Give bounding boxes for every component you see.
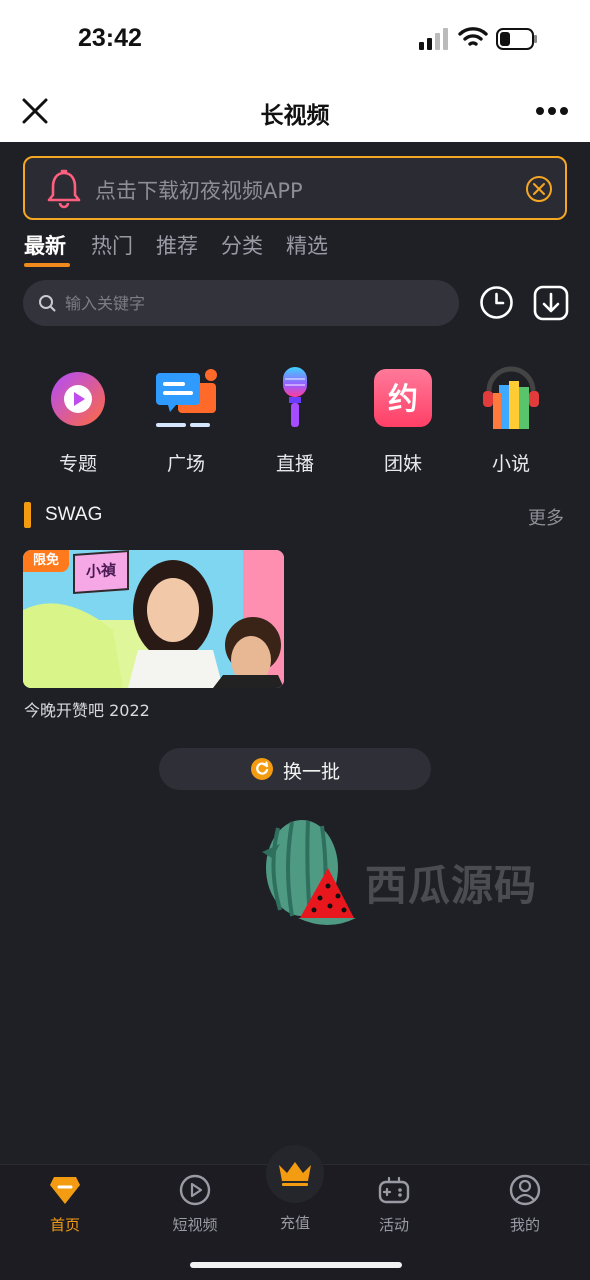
active-tab-indicator [24, 263, 70, 267]
category-label: 专题 [58, 453, 97, 475]
date-icon: 约 [374, 369, 432, 427]
tab-latest[interactable]: 最新 [24, 230, 66, 260]
close-banner-icon[interactable] [525, 175, 553, 203]
section-more-link[interactable]: 更多 [528, 504, 564, 530]
category-label: 团妹 [383, 453, 422, 475]
page-title: 长视频 [260, 103, 330, 129]
bottom-nav-home[interactable]: 首页 [20, 1173, 110, 1235]
download-banner[interactable]: 点击下载初夜视频APP [23, 156, 567, 220]
home-icon [50, 1177, 80, 1204]
bottom-nav-profile[interactable]: 我的 [480, 1173, 570, 1235]
category-topic[interactable]: 专题 [33, 365, 123, 476]
search-bar[interactable] [23, 280, 459, 326]
wifi-icon [458, 27, 488, 46]
category-square[interactable]: 广场 [141, 365, 231, 476]
status-time: 23:42 [78, 24, 142, 52]
home-indicator [190, 1262, 402, 1268]
tab-category[interactable]: 分类 [221, 230, 263, 260]
square-icon [156, 369, 217, 427]
bottom-nav-recharge-button[interactable] [266, 1145, 324, 1203]
nav-bar: 长视频 [0, 80, 590, 142]
free-badge: 限免 [23, 550, 69, 572]
history-icon[interactable] [479, 285, 514, 320]
bottom-nav-label: 首页 [49, 1216, 80, 1234]
watermelon-logo [262, 820, 356, 925]
play-circle-icon [179, 1174, 211, 1206]
category-label: 直播 [275, 453, 314, 475]
bottom-nav-label[interactable]: 充值 [250, 1212, 340, 1233]
category-label: 广场 [166, 453, 205, 475]
section-accent-bar [24, 502, 31, 528]
category-live[interactable]: 直播 [250, 365, 340, 476]
tab-featured[interactable]: 精选 [286, 230, 328, 260]
video-thumbnail[interactable]: 限免 小禎 [23, 550, 284, 688]
bell-icon [47, 169, 81, 209]
cellular-signal-icon [419, 28, 448, 50]
watermark-text: 西瓜源码 [365, 861, 538, 910]
banner-text: 点击下载初夜视频APP [95, 179, 303, 203]
video-title[interactable]: 今晚开赞吧 2022 [24, 697, 150, 721]
bottom-nav-activity[interactable]: 活动 [349, 1173, 439, 1235]
category-label: 小说 [491, 453, 530, 475]
category-novel[interactable]: 小说 [466, 365, 556, 476]
more-icon[interactable] [535, 105, 569, 117]
bottom-nav-label: 短视频 [172, 1216, 218, 1234]
search-input[interactable] [65, 288, 435, 318]
tab-recommend[interactable]: 推荐 [156, 230, 198, 260]
download-icon[interactable] [533, 285, 569, 321]
search-icon [39, 295, 56, 312]
topic-icon [51, 372, 105, 426]
battery-icon [496, 28, 537, 50]
gamepad-icon [378, 1176, 410, 1204]
refresh-icon [251, 758, 273, 780]
tab-hot[interactable]: 热门 [91, 230, 133, 260]
refresh-label: 换一批 [283, 761, 341, 783]
bottom-nav-label: 我的 [509, 1216, 540, 1234]
live-icon [283, 367, 307, 427]
section-title: SWAG [45, 504, 103, 525]
refresh-button[interactable]: 换一批 [159, 748, 431, 790]
thumbnail-tag: 小禎 [73, 550, 129, 594]
novel-icon [483, 366, 539, 429]
bottom-nav-label: 活动 [378, 1216, 409, 1234]
svg-text:约: 约 [388, 382, 418, 417]
crown-icon [279, 1162, 311, 1186]
category-date[interactable]: 约 团妹 [358, 365, 448, 476]
user-icon [509, 1174, 541, 1206]
status-bar: 23:42 [0, 0, 590, 80]
bottom-nav-short-video[interactable]: 短视频 [150, 1173, 240, 1235]
